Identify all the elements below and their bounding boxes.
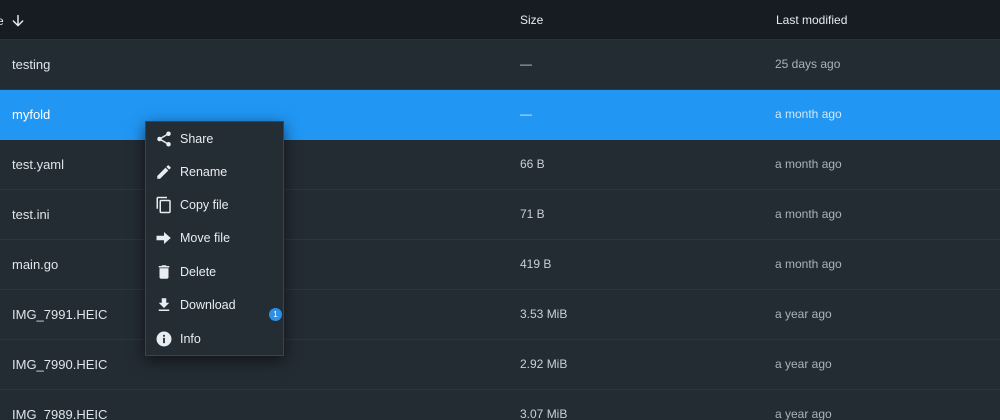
- file-size: —: [520, 107, 532, 121]
- file-modified: a month ago: [775, 207, 842, 221]
- column-header-last-modified[interactable]: Last modified: [776, 13, 847, 27]
- menu-item-label: Rename: [180, 164, 228, 179]
- menu-item-label: Download: [180, 297, 236, 312]
- copy-icon: [156, 196, 171, 213]
- menu-item-delete[interactable]: Delete: [146, 255, 283, 288]
- menu-item-label: Info: [180, 331, 201, 346]
- file-modified: a month ago: [775, 157, 842, 171]
- menu-item-info[interactable]: Info: [146, 322, 283, 355]
- column-header-name-label: e: [0, 14, 4, 28]
- file-name: test.ini: [12, 207, 50, 222]
- file-size: 419 B: [520, 257, 552, 271]
- file-browser: e Size Last modified testing — 25 days a…: [0, 0, 1000, 420]
- download-icon: [158, 297, 170, 311]
- menu-item-move-file[interactable]: Move file: [146, 221, 283, 254]
- file-name: IMG_7990.HEIC: [12, 357, 108, 372]
- file-size: 3.53 MiB: [520, 307, 568, 321]
- file-name: testing: [12, 57, 51, 72]
- table-row[interactable]: testing — 25 days ago: [0, 40, 1000, 90]
- menu-item-download[interactable]: Download: [146, 288, 283, 321]
- column-header-size[interactable]: Size: [520, 13, 543, 27]
- table-row[interactable]: IMG_7989.HEIC 3.07 MiB a year ago: [0, 390, 1000, 420]
- menu-item-rename[interactable]: Rename: [146, 155, 283, 188]
- menu-item-copy-file[interactable]: Copy file: [146, 188, 283, 221]
- file-size: 2.92 MiB: [520, 357, 568, 371]
- info-icon: [156, 331, 172, 346]
- file-modified: a year ago: [775, 407, 832, 420]
- file-name: myfold: [12, 107, 51, 122]
- file-modified: a year ago: [775, 307, 832, 321]
- menu-item-label: Delete: [180, 264, 217, 279]
- file-name: IMG_7991.HEIC: [12, 307, 108, 322]
- file-modified: a month ago: [775, 257, 842, 271]
- file-name: test.yaml: [12, 157, 65, 172]
- file-modified: a month ago: [775, 107, 842, 121]
- menu-item-label: Share: [180, 131, 214, 146]
- sort-arrow-down-icon[interactable]: [10, 13, 26, 29]
- menu-item-share[interactable]: Share: [146, 122, 283, 155]
- file-size: 71 B: [520, 207, 545, 221]
- file-size: —: [520, 57, 532, 71]
- trash-icon: [158, 264, 170, 279]
- menu-item-label: Copy file: [180, 197, 229, 212]
- pencil-icon: [157, 164, 171, 179]
- file-modified: 25 days ago: [775, 57, 841, 71]
- context-menu: Share Rename Copy file Move file Delete: [145, 121, 284, 356]
- file-size: 3.07 MiB: [520, 407, 568, 420]
- column-header-name[interactable]: e: [0, 13, 26, 29]
- file-size: 66 B: [520, 157, 545, 171]
- download-count-badge: 1: [269, 308, 282, 321]
- share-icon: [157, 131, 171, 146]
- arrow-right-icon: [156, 231, 171, 244]
- file-modified: a year ago: [775, 357, 832, 371]
- file-name: IMG_7989.HEIC: [12, 407, 108, 420]
- menu-item-label: Move file: [180, 230, 231, 245]
- file-name: main.go: [12, 257, 59, 272]
- file-list-header: e Size Last modified: [0, 0, 1000, 40]
